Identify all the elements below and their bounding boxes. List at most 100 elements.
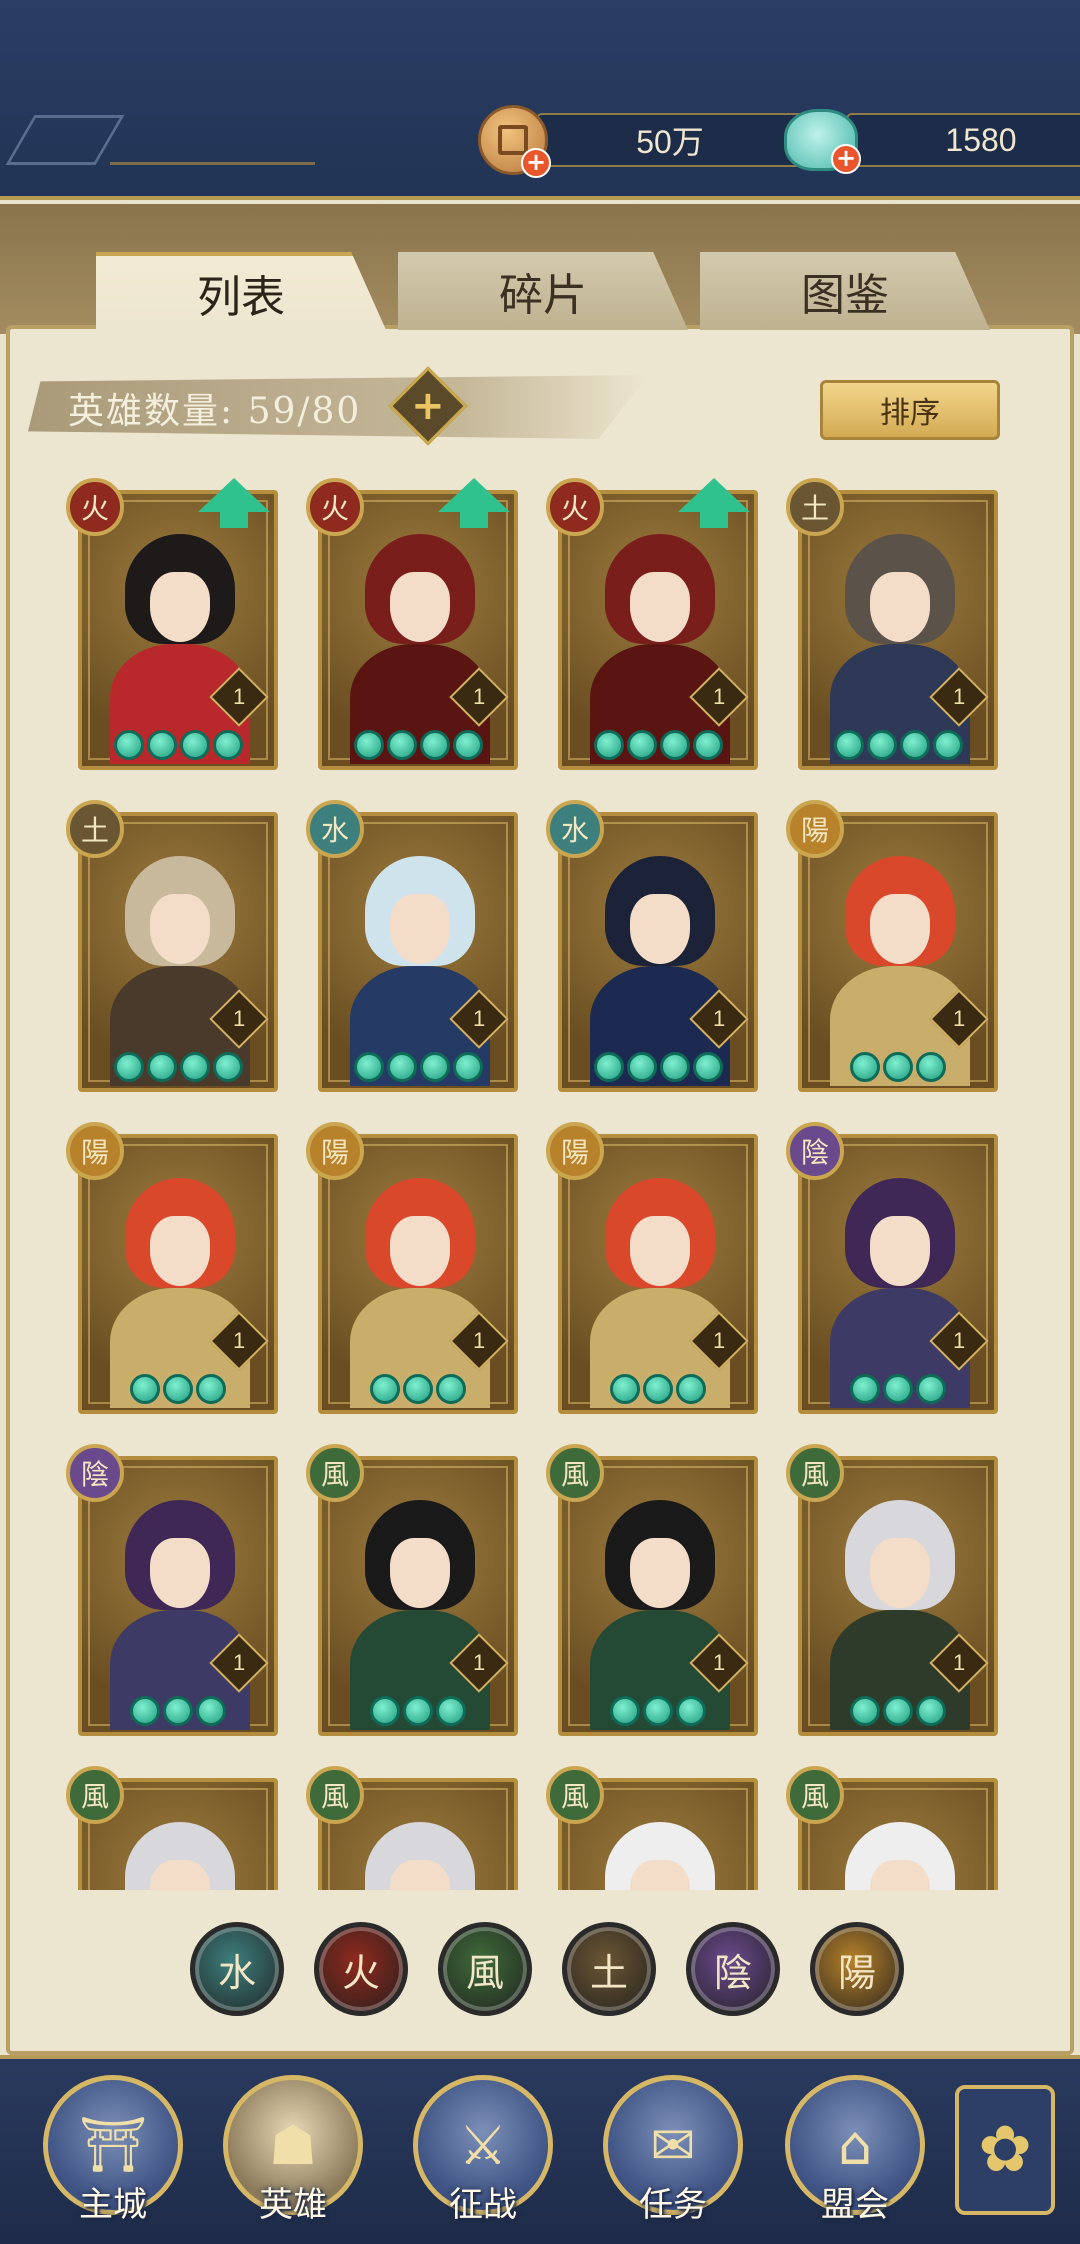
- hero-face: [150, 894, 210, 964]
- filter-wind-button[interactable]: 風: [438, 1922, 532, 2016]
- flower-menu-icon[interactable]: ✿: [955, 2085, 1055, 2215]
- jade-star-icon: [179, 730, 210, 760]
- hero-portrait: [830, 1500, 970, 1730]
- jade-star-icon: [113, 1052, 144, 1082]
- hero-level-value: 1: [472, 1650, 486, 1675]
- jade-star-icon: [370, 1696, 400, 1726]
- nav-label: 英雄: [259, 2185, 327, 2225]
- jade-star-icon: [196, 1696, 226, 1726]
- hero-level-value: 1: [952, 1328, 966, 1353]
- hero-grid-viewport[interactable]: 1火1火1火1土1土1水1水1陽1陽1陽1陽1陰1陰1風1風1風1風1風1風1風: [40, 478, 1040, 1890]
- hero-face: [630, 1538, 690, 1608]
- filter-yang-button[interactable]: 陽: [810, 1922, 904, 2016]
- hero-cell: 1土: [760, 478, 1000, 770]
- hero-star-rating: [322, 730, 514, 760]
- hero-level-value: 1: [952, 1650, 966, 1675]
- hero-portrait: [350, 1500, 490, 1730]
- hero-cell: 1陽: [520, 1122, 760, 1414]
- jade-star-icon: [626, 1052, 657, 1082]
- element-fire-icon: 火: [66, 478, 124, 536]
- hero-cell: 1風: [520, 1766, 760, 1890]
- hero-level-value: 1: [472, 684, 486, 709]
- tab-list[interactable]: 列表: [96, 252, 386, 330]
- hero-level-value: 1: [232, 1650, 246, 1675]
- filter-earth-button[interactable]: 土: [562, 1922, 656, 2016]
- hero-star-rating: [802, 730, 994, 760]
- hero-star-rating: [802, 1696, 994, 1726]
- filter-yin-button[interactable]: 陰: [686, 1922, 780, 2016]
- add-coins-icon[interactable]: +: [521, 148, 551, 178]
- add-jade-icon[interactable]: +: [831, 144, 861, 174]
- jade-star-icon: [353, 730, 384, 760]
- hero-cell: 1陽: [40, 1122, 280, 1414]
- jade-star-icon: [883, 1374, 913, 1404]
- nav-battle[interactable]: ⚔ 征战: [408, 2075, 558, 2240]
- jade-star-icon: [916, 1696, 946, 1726]
- nav-city-gate[interactable]: ⛩ 主城: [38, 2075, 188, 2240]
- nav-alliance-hall[interactable]: ⌂ 盟会: [780, 2075, 930, 2240]
- jade-star-icon: [130, 1696, 160, 1726]
- hero-star-rating: [322, 1052, 514, 1082]
- filter-fire-button[interactable]: 火: [314, 1922, 408, 2016]
- hero-portrait: [350, 1178, 490, 1408]
- jade-star-icon: [916, 1052, 946, 1082]
- hero-portrait: [830, 1178, 970, 1408]
- element-yang-icon: 陽: [306, 1122, 364, 1180]
- hero-portrait: [590, 856, 730, 1086]
- nav-scroll-task[interactable]: ✉ 任务: [598, 2075, 748, 2240]
- filter-water-button[interactable]: 水: [190, 1922, 284, 2016]
- hero-cell: 1風: [760, 1444, 1000, 1736]
- hero-level-value: 1: [232, 1006, 246, 1031]
- jade-star-icon: [179, 1052, 210, 1082]
- plus-icon: +: [411, 382, 445, 429]
- jade-star-icon: [403, 1696, 433, 1726]
- hero-face: [390, 894, 450, 964]
- hero-portrait: [590, 1822, 730, 1890]
- hero-level-value: 1: [472, 1328, 486, 1353]
- hero-face: [870, 1538, 930, 1608]
- jade-star-icon: [419, 1052, 450, 1082]
- nav-hero-portrait[interactable]: ☗ 英雄: [218, 2075, 368, 2240]
- nav-label: 主城: [79, 2185, 147, 2225]
- nav-label: 盟会: [821, 2185, 889, 2225]
- hero-star-rating: [562, 730, 754, 760]
- hero-level-value: 1: [232, 1328, 246, 1353]
- element-yin-icon: 陰: [786, 1122, 844, 1180]
- hero-cell: 1風: [40, 1766, 280, 1890]
- jade-star-icon: [676, 1696, 706, 1726]
- tab-fragments[interactable]: 碎片: [398, 252, 688, 330]
- jade-star-icon: [643, 1696, 673, 1726]
- jade-star-icon: [452, 730, 483, 760]
- hero-face: [150, 1216, 210, 1286]
- hero-portrait: [590, 534, 730, 764]
- jade-star-icon: [932, 730, 963, 760]
- hero-star-rating: [82, 1374, 274, 1404]
- tab-codex[interactable]: 图鉴: [700, 252, 990, 330]
- hero-cell: 1水: [280, 800, 520, 1092]
- sort-button[interactable]: 排序: [820, 380, 1000, 440]
- hero-portrait: [110, 856, 250, 1086]
- jade-star-icon: [370, 1374, 400, 1404]
- hero-star-rating: [322, 1696, 514, 1726]
- coin-currency[interactable]: + 50万: [478, 105, 804, 178]
- element-wind-icon: 風: [66, 1766, 124, 1824]
- jade-star-icon: [452, 1052, 483, 1082]
- jade-star-icon: [163, 1696, 193, 1726]
- jade-star-icon: [163, 1374, 193, 1404]
- hero-star-rating: [82, 1696, 274, 1726]
- hero-star-rating: [562, 1374, 754, 1404]
- hero-star-rating: [322, 1374, 514, 1404]
- hero-portrait: [110, 1500, 250, 1730]
- jade-star-icon: [196, 1374, 226, 1404]
- hero-cell: 1土: [40, 800, 280, 1092]
- jade-star-icon: [866, 730, 897, 760]
- hero-face: [150, 572, 210, 642]
- jade-currency[interactable]: + 1580: [784, 109, 1080, 174]
- jade-star-icon: [659, 1052, 690, 1082]
- jade-star-icon: [593, 730, 624, 760]
- element-wind-icon: 風: [546, 1766, 604, 1824]
- hero-portrait: [590, 1500, 730, 1730]
- hero-face: [870, 1216, 930, 1286]
- element-yang-icon: 陽: [546, 1122, 604, 1180]
- hero-level-value: 1: [232, 684, 246, 709]
